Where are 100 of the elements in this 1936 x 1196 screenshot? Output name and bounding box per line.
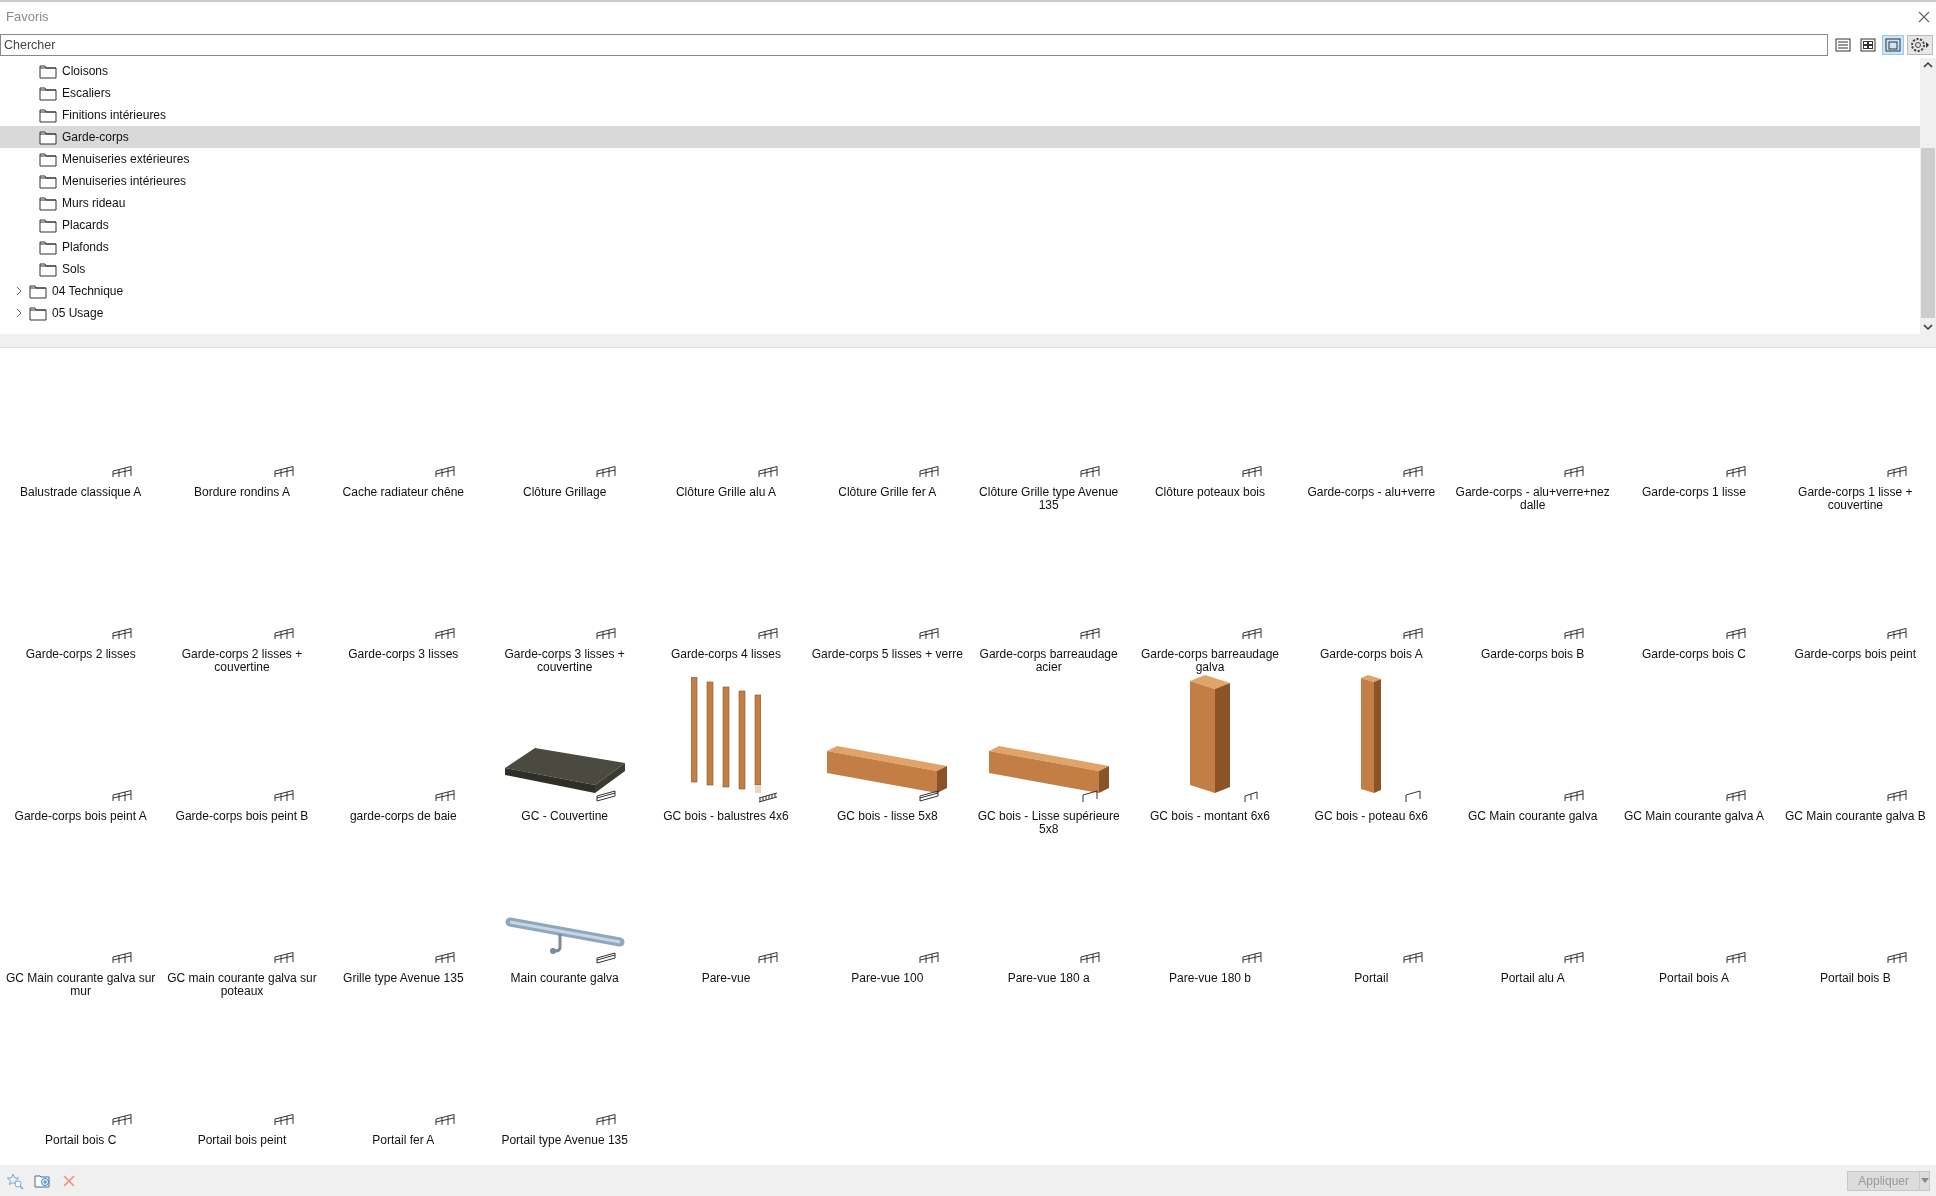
railing-icon (111, 789, 134, 803)
item-label[interactable]: GC Main courante galva sur mur (1, 972, 160, 998)
expand-chevron-icon[interactable] (14, 308, 24, 318)
item-label[interactable]: Bordure rondins A (163, 486, 321, 499)
item-label[interactable]: Pare-vue 100 (808, 972, 967, 985)
scrollbar[interactable] (1920, 58, 1936, 334)
item-label[interactable]: GC Main courante galva A (1615, 810, 1773, 823)
tree-item[interactable]: Finitions intérieures (0, 104, 1920, 126)
scroll-up-icon[interactable] (1923, 61, 1933, 68)
item-label[interactable]: Garde-corps barreaudage galva (1131, 648, 1289, 674)
item-label[interactable]: Portail (1292, 972, 1451, 985)
item-label[interactable]: Garde-corps 2 lisses + couvertine (163, 648, 321, 674)
tree-item[interactable]: Plafonds (0, 236, 1920, 258)
star-search-icon[interactable] (6, 1171, 24, 1190)
railing-icon (1563, 951, 1586, 965)
item-label[interactable]: Portail bois A (1615, 972, 1773, 985)
item-label[interactable]: GC bois - montant 6x6 (1131, 810, 1289, 823)
railing-icon (595, 627, 618, 641)
item-label[interactable]: Garde-corps bois C (1615, 648, 1773, 661)
grid-view-button[interactable] (1857, 35, 1879, 55)
item-label[interactable]: GC bois - poteau 6x6 (1292, 810, 1451, 823)
item-label[interactable]: Clôture Grille type Avenue 135 (969, 486, 1128, 512)
railing-icon (918, 627, 940, 641)
close-icon[interactable] (1918, 11, 1930, 23)
folder-icon (29, 304, 47, 322)
item-label[interactable]: Clôture Grillage (485, 486, 644, 499)
railing-icon (111, 465, 134, 479)
folder-icon (39, 62, 57, 80)
item-label[interactable]: Portail fer A (324, 1134, 483, 1147)
item-label[interactable]: Grille type Avenue 135 (324, 972, 483, 985)
tree-item[interactable]: Menuiseries intérieures (0, 170, 1920, 192)
tree-item[interactable]: Placards (0, 214, 1920, 236)
item-label[interactable]: Garde-corps - alu+verre+nez dalle (1453, 486, 1612, 512)
item-label[interactable]: Portail type Avenue 135 (485, 1134, 644, 1147)
item-label[interactable]: Pare-vue 180 b (1131, 972, 1289, 985)
search-field[interactable]: Chercher (0, 34, 1828, 56)
tree-item[interactable]: Murs rideau (0, 192, 1920, 214)
item-label[interactable]: Portail bois peint (163, 1134, 321, 1147)
item-label[interactable]: Garde-corps 3 lisses (324, 648, 483, 661)
tree-item[interactable]: Escaliers (0, 82, 1920, 104)
item-label[interactable]: Garde-corps bois peint B (163, 810, 321, 823)
folder-icon (39, 128, 57, 146)
item-label[interactable]: Portail bois B (1776, 972, 1935, 985)
item-label[interactable]: Garde-corps 5 lisses + verre (808, 648, 967, 661)
tree-item[interactable]: 05 Usage (0, 302, 1920, 324)
item-label[interactable]: Portail bois C (1, 1134, 160, 1147)
railing-icon (595, 465, 618, 479)
expand-chevron-icon[interactable] (14, 286, 24, 296)
item-label[interactable]: Clôture Grille fer A (808, 486, 967, 499)
railing-icon (272, 1113, 295, 1127)
item-label[interactable]: Garde-corps bois peint (1776, 648, 1935, 661)
railing-icon (272, 465, 295, 479)
railing-icon (1402, 951, 1424, 965)
railing-icon (1724, 627, 1747, 641)
delete-icon[interactable] (62, 1173, 76, 1188)
item-label[interactable]: Pare-vue (647, 972, 805, 985)
item-label[interactable]: GC - Couvertine (485, 810, 644, 823)
item-label[interactable]: GC bois - Lisse supérieure 5x8 (969, 810, 1128, 836)
item-label[interactable]: Garde-corps 1 lisse (1615, 486, 1773, 499)
tree-item[interactable]: 04 Technique (0, 280, 1920, 302)
railing-icon (595, 1113, 618, 1127)
tree-item[interactable]: Garde-corps (0, 126, 1920, 148)
folder-icon (39, 150, 57, 168)
item-label[interactable]: Garde-corps 3 lisses + couvertine (485, 648, 644, 674)
item-label[interactable]: Portail alu A (1453, 972, 1612, 985)
railing-icon (1402, 465, 1424, 479)
item-label[interactable]: Main courante galva (485, 972, 644, 985)
item-label[interactable]: GC bois - lisse 5x8 (808, 810, 967, 823)
item-label[interactable]: Garde-corps 4 lisses (647, 648, 805, 661)
item-label[interactable]: garde-corps de baie (324, 810, 483, 823)
item-label[interactable]: GC Main courante galva B (1776, 810, 1935, 823)
railing-icon (1079, 627, 1102, 641)
item-label[interactable]: Garde-corps bois B (1453, 648, 1612, 661)
item-label[interactable]: Clôture Grille alu A (647, 486, 805, 499)
railing-icon (756, 627, 779, 641)
item-label[interactable]: Garde-corps bois peint A (1, 810, 160, 823)
window-title: Favoris (6, 8, 49, 27)
railing-icon (1724, 951, 1747, 965)
item-label[interactable]: GC Main courante galva (1453, 810, 1612, 823)
item-label[interactable]: GC bois - balustres 4x6 (647, 810, 805, 823)
scroll-down-icon[interactable] (1923, 324, 1933, 331)
tree-item[interactable]: Menuiseries extérieures (0, 148, 1920, 170)
item-label[interactable]: Garde-corps barreaudage acier (969, 648, 1128, 674)
tree-item[interactable]: Sols (0, 258, 1920, 280)
railing-icon (918, 951, 940, 965)
settings-button[interactable] (1907, 35, 1933, 55)
item-label[interactable]: Garde-corps bois A (1292, 648, 1451, 661)
item-label[interactable]: GC main courante galva sur poteaux (163, 972, 321, 998)
tree-item[interactable]: Cloisons (0, 60, 1920, 82)
item-label[interactable]: Clôture poteaux bois (1131, 486, 1289, 499)
scrollbar-thumb[interactable] (1921, 148, 1935, 318)
item-label[interactable]: Balustrade classique A (1, 486, 160, 499)
item-label[interactable]: Garde-corps 1 lisse + couvertine (1776, 486, 1935, 512)
item-label[interactable]: Garde-corps 2 lisses (1, 648, 160, 661)
item-label[interactable]: Pare-vue 180 a (969, 972, 1128, 985)
railing-icon (756, 465, 779, 479)
item-label[interactable]: Garde-corps - alu+verre (1292, 486, 1451, 499)
item-label[interactable]: Cache radiateur chêne (324, 486, 483, 499)
railing-icon (434, 789, 456, 803)
railing-icon (1079, 465, 1102, 479)
